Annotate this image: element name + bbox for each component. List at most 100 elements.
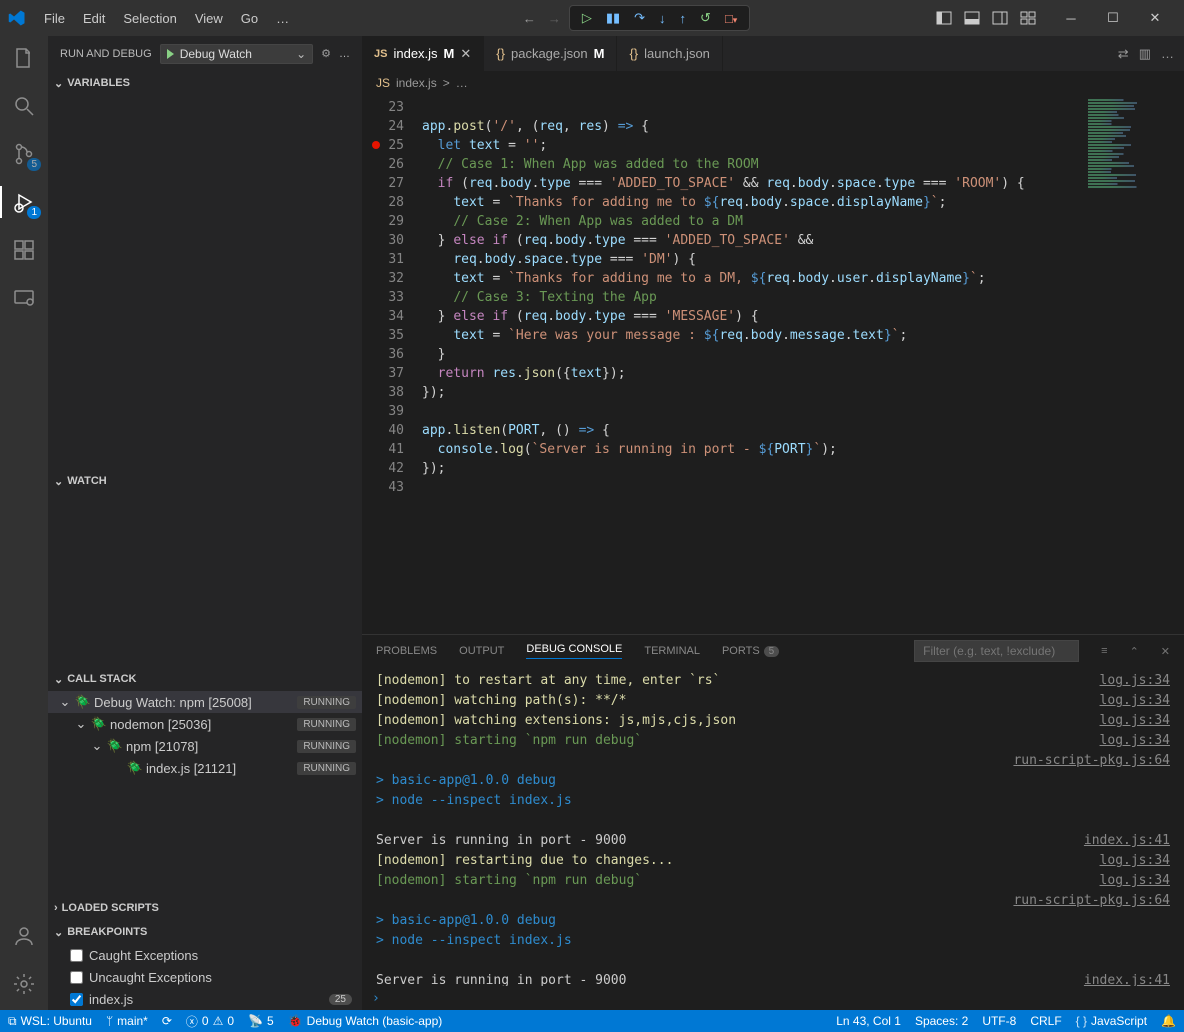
nav-fwd-icon[interactable]: → [548, 11, 561, 26]
status-enc[interactable]: UTF-8 [982, 1014, 1016, 1028]
ab-settings-icon[interactable] [10, 970, 38, 998]
json-file-icon: {} [496, 46, 505, 61]
ab-search-icon[interactable] [10, 92, 38, 120]
warning-icon: ⚠ [213, 1014, 224, 1028]
bp-file-checkbox[interactable] [70, 993, 83, 1006]
status-spaces[interactable]: Spaces: 2 [915, 1014, 968, 1028]
menu-selection[interactable]: Selection [115, 7, 184, 30]
ptab-ports[interactable]: PORTS [722, 645, 760, 657]
console-source-link[interactable]: log.js:34 [1100, 711, 1170, 731]
close-icon[interactable]: ✕ [460, 46, 471, 62]
callstack-row[interactable]: 🪲index.js [21121]RUNNING [48, 757, 362, 779]
callstack-row[interactable]: ⌄🪲npm [21078]RUNNING [48, 735, 362, 757]
ab-scm-icon[interactable]: 5 [10, 140, 38, 168]
ptab-problems[interactable]: PROBLEMS [376, 645, 437, 657]
console-source-link[interactable]: log.js:34 [1100, 691, 1170, 711]
status-branch[interactable]: ᛘmain* [106, 1014, 148, 1028]
console-source-link[interactable]: run-script-pkg.js:64 [1013, 891, 1170, 911]
port-icon: 📡 [248, 1014, 263, 1028]
ab-explorer-icon[interactable] [10, 44, 38, 72]
callstack-row[interactable]: ⌄🪲nodemon [25036]RUNNING [48, 713, 362, 735]
window-minimize-icon[interactable]: ─ [1050, 3, 1092, 33]
tab-index-js[interactable]: JSindex.jsM✕ [362, 36, 484, 71]
editor-code[interactable]: app.post('/', (req, res) => { let text =… [422, 95, 1084, 634]
debug-continue-icon[interactable]: ▷ [582, 10, 592, 26]
debug-stepout-icon[interactable]: ↑ [680, 11, 687, 26]
window-close-icon[interactable]: ✕ [1134, 3, 1176, 33]
panel-maximize-icon[interactable]: ⌃ [1130, 645, 1139, 658]
console-source-link[interactable]: index.js:41 [1084, 971, 1170, 986]
debug-restart-icon[interactable]: ↺ [700, 10, 711, 26]
bp-file[interactable]: index.js 25 [48, 988, 362, 1010]
bp-uncaught-checkbox[interactable] [70, 971, 83, 984]
tab-compare-icon[interactable]: ⇄ [1118, 46, 1129, 62]
panel-close-icon[interactable]: ✕ [1161, 645, 1170, 658]
console-source-link[interactable]: index.js:41 [1084, 831, 1170, 851]
section-breakpoints[interactable]: ⌄ BREAKPOINTS [48, 920, 362, 944]
status-eol[interactable]: CRLF [1030, 1014, 1061, 1028]
console-source-link[interactable]: log.js:34 [1100, 731, 1170, 751]
status-errors[interactable]: ⓧ0 ⚠0 [186, 1013, 234, 1030]
status-port[interactable]: 📡5 [248, 1014, 274, 1028]
tab-launch-json[interactable]: {}launch.json [617, 36, 722, 71]
menu-file[interactable]: File [36, 7, 73, 30]
layout-panel-icon[interactable] [964, 10, 980, 26]
play-icon [167, 49, 174, 59]
window-maximize-icon[interactable]: ☐ [1092, 3, 1134, 33]
tab-package-json[interactable]: {}package.jsonM [484, 36, 617, 71]
editor-gutter[interactable]: 2324252627282930313233343536373839404142… [362, 95, 422, 634]
ptab-debugconsole[interactable]: DEBUG CONSOLE [526, 643, 622, 659]
ab-extensions-icon[interactable] [10, 236, 38, 264]
ab-debug-icon[interactable]: 1 [10, 188, 38, 216]
console-reorder-icon[interactable]: ≡ [1101, 645, 1107, 657]
debug-config-select[interactable]: Debug Watch ⌄ [160, 44, 313, 64]
callstack-row[interactable]: ⌄🪲Debug Watch: npm [25008]RUNNING [48, 691, 362, 713]
section-watch[interactable]: ⌄ WATCH [48, 469, 362, 493]
menu-edit[interactable]: Edit [75, 7, 113, 30]
console-prompt[interactable]: › [362, 986, 1184, 1010]
ptab-output[interactable]: OUTPUT [459, 645, 504, 657]
console-source-link[interactable]: run-script-pkg.js:64 [1013, 751, 1170, 771]
section-callstack[interactable]: ⌄ CALL STACK [48, 667, 362, 691]
status-debug[interactable]: 🐞Debug Watch (basic-app) [288, 1014, 443, 1028]
ptab-terminal[interactable]: TERMINAL [644, 645, 700, 657]
breadcrumbs[interactable]: JS index.js > … [362, 71, 1184, 95]
layout-sidebar-right-icon[interactable] [992, 10, 1008, 26]
debug-stop-icon[interactable]: □▾ [725, 11, 737, 26]
run-debug-title: RUN AND DEBUG [60, 48, 152, 60]
minimap[interactable] [1084, 95, 1184, 634]
tab-more-icon[interactable]: … [1161, 46, 1174, 61]
debug-pause-icon[interactable]: ▮▮ [606, 10, 620, 26]
console-source-link[interactable]: log.js:34 [1100, 871, 1170, 891]
console-source-link[interactable]: log.js:34 [1100, 851, 1170, 871]
layout-sidebar-left-icon[interactable] [936, 10, 952, 26]
status-remote[interactable]: ⧉WSL: Ubuntu [8, 1014, 92, 1029]
console-line: run-script-pkg.js:64 [376, 891, 1170, 911]
menu-go[interactable]: Go [233, 7, 266, 30]
debug-config-label: Debug Watch [180, 47, 252, 61]
debug-stepinto-icon[interactable]: ↓ [659, 11, 666, 26]
section-loadedscripts[interactable]: › LOADED SCRIPTS [48, 896, 362, 920]
section-variables[interactable]: ⌄ VARIABLES [48, 71, 362, 95]
ab-remote-icon[interactable] [10, 284, 38, 312]
nav-back-icon[interactable]: ← [523, 11, 536, 26]
console-source-link[interactable]: log.js:34 [1100, 671, 1170, 691]
gear-icon[interactable]: ⚙ [321, 47, 331, 60]
more-icon[interactable]: … [339, 48, 350, 60]
ab-account-icon[interactable] [10, 922, 38, 950]
bp-caught[interactable]: Caught Exceptions [48, 944, 362, 966]
bp-caught-checkbox[interactable] [70, 949, 83, 962]
layout-customize-icon[interactable] [1020, 10, 1036, 26]
menu-more[interactable]: … [268, 7, 297, 30]
status-lang[interactable]: { } JavaScript [1076, 1014, 1147, 1028]
status-sync[interactable]: ⟳ [162, 1014, 172, 1028]
status-notifications-icon[interactable]: 🔔 [1161, 1014, 1176, 1028]
bp-uncaught[interactable]: Uncaught Exceptions [48, 966, 362, 988]
debug-toolbar: ▷ ▮▮ ↷ ↓ ↑ ↺ □▾ [569, 5, 751, 31]
debug-stepover-icon[interactable]: ↷ [634, 10, 645, 26]
debug-icon: 🐞 [288, 1014, 303, 1028]
status-ln[interactable]: Ln 43, Col 1 [836, 1014, 901, 1028]
console-filter-input[interactable] [914, 640, 1079, 662]
menu-view[interactable]: View [187, 7, 231, 30]
tab-split-icon[interactable]: ▥ [1139, 46, 1151, 62]
